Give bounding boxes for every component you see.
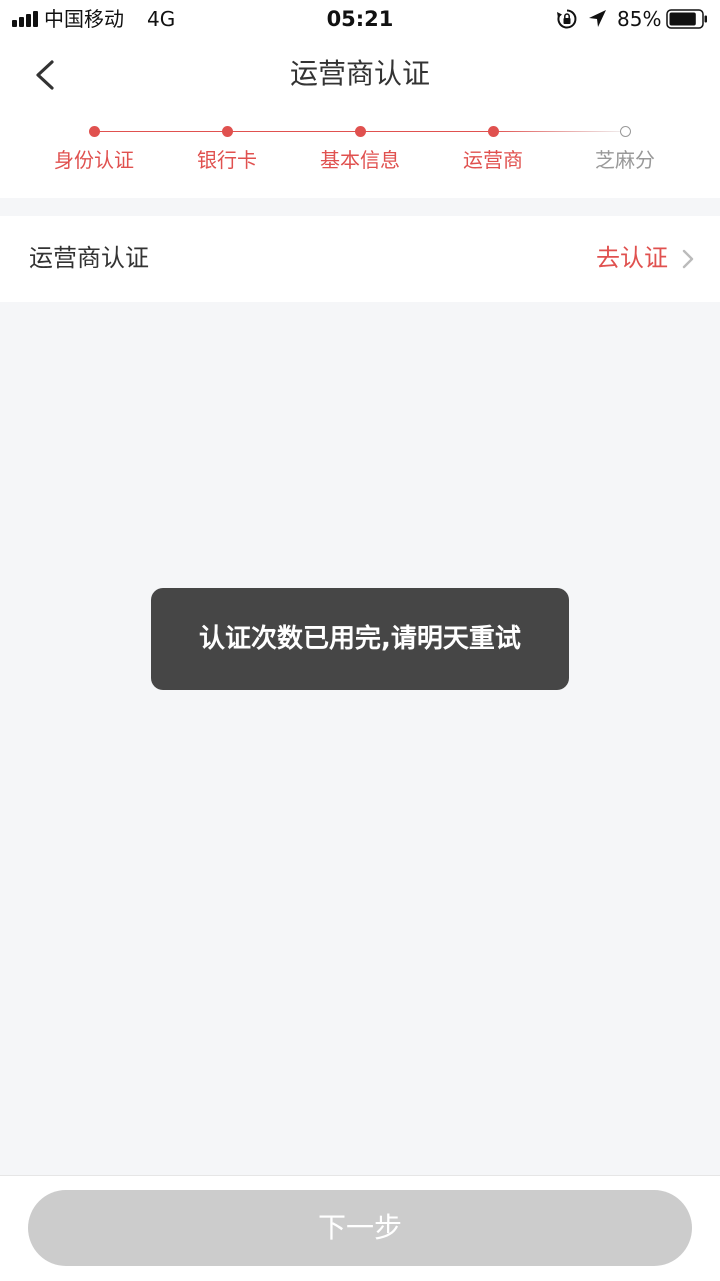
battery-percentage: 85% (617, 7, 662, 31)
go-verify-link[interactable]: 去认证 (596, 241, 668, 275)
step-dot (487, 126, 499, 137)
rotation-lock-icon (557, 9, 577, 29)
step-connector (227, 131, 360, 132)
toast-text: 认证次数已用完,请明天重试 (199, 624, 521, 654)
battery-icon (666, 9, 707, 29)
next-step-button[interactable]: 下一步 (28, 1190, 692, 1266)
step-label: 身份认证 (54, 148, 134, 172)
chevron-right-icon (682, 249, 694, 269)
step-connector (493, 131, 625, 132)
step-dot (88, 126, 100, 137)
page-title: 运营商认证 (289, 57, 430, 90)
status-time: 05:21 (326, 7, 394, 31)
step-label: 基本信息 (320, 148, 400, 172)
toast-message: 认证次数已用完,请明天重试 (151, 588, 569, 690)
operator-auth-label: 运营商认证 (29, 244, 149, 272)
nav-header: 运营商认证 (0, 40, 720, 108)
step-dot (221, 126, 233, 137)
progress-steps: 身份认证 银行卡 基本信息 运营商 芝麻分 (0, 108, 720, 198)
step-dot (354, 126, 366, 137)
location-arrow-icon (589, 10, 606, 27)
step-label: 芝麻分 (595, 148, 655, 172)
step-dot (619, 126, 631, 137)
operator-auth-row[interactable]: 运营商认证 去认证 (0, 216, 720, 302)
next-step-label: 下一步 (317, 1211, 402, 1244)
bottom-bar: 下一步 (0, 1175, 720, 1281)
step-label: 银行卡 (197, 148, 257, 172)
status-bar: 中国移动 4G 05:21 85% (0, 0, 720, 40)
step-connector (94, 131, 227, 132)
step-connector (360, 131, 493, 132)
step-label: 运营商 (463, 148, 523, 172)
